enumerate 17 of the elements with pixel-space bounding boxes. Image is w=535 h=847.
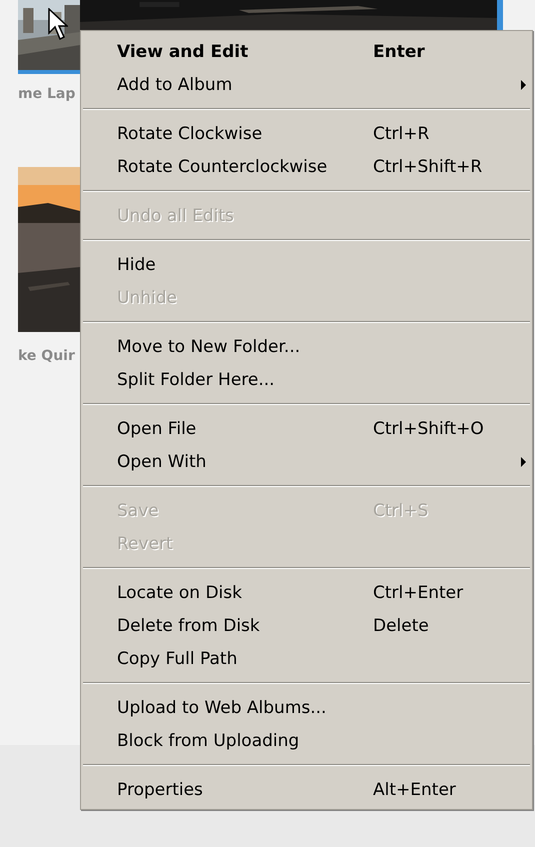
menu-item[interactable]: Block from Uploading <box>81 724 532 757</box>
menu-item[interactable]: Locate on Disk Ctrl+Enter <box>81 576 532 609</box>
menu-item[interactable]: Delete from Disk Delete <box>81 609 532 642</box>
menu-item[interactable]: Open With <box>81 445 532 478</box>
photo-caption: ke Quir <box>18 348 76 364</box>
menu-item[interactable]: Rotate Counterclockwise Ctrl+Shift+R <box>81 150 532 183</box>
menu-item[interactable]: Copy Full Path <box>81 642 532 675</box>
menu-item[interactable]: Properties Alt+Enter <box>81 773 532 806</box>
photo-caption: me Lap <box>18 86 76 102</box>
menu-item[interactable]: Move to New Folder... <box>81 330 532 363</box>
menu-item[interactable]: Rotate Clockwise Ctrl+R <box>81 117 532 150</box>
menu-item[interactable]: Add to Album <box>81 68 532 101</box>
menu-item[interactable]: View and Edit Enter <box>81 35 532 68</box>
menu-item[interactable]: Open File Ctrl+Shift+O <box>81 412 532 445</box>
menu-item[interactable]: Split Folder Here... <box>81 363 532 396</box>
menu-item[interactable]: Hide <box>81 248 532 281</box>
menu-item[interactable]: Upload to Web Albums... <box>81 691 532 724</box>
